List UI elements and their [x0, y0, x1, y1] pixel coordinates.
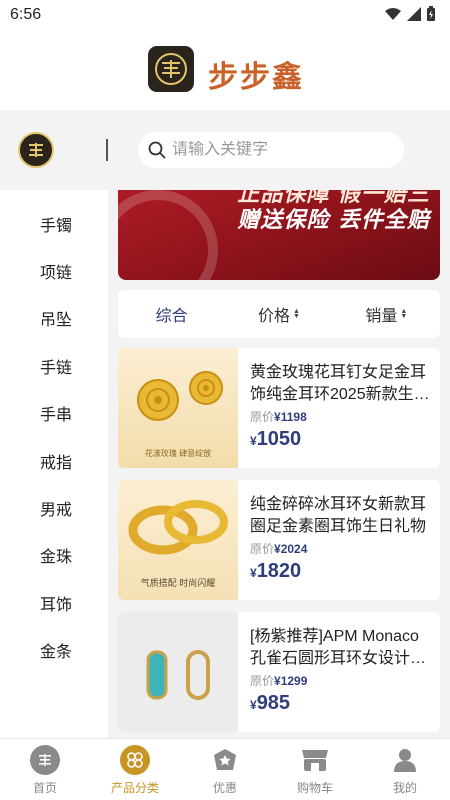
sidebar-item-bead-string[interactable]: 手串 [0, 390, 108, 437]
sidebar-item-bracelet[interactable]: 手镯 [0, 200, 108, 247]
search-input[interactable] [172, 141, 392, 159]
bottom-tab-bar: 首页 产品分类 优惠 购物车 我的 [0, 738, 450, 800]
tab-label: 优惠 [212, 781, 237, 795]
original-price: 原价¥1198 [250, 408, 307, 425]
home-icon [30, 745, 60, 775]
original-price-value: 2024 [280, 542, 308, 556]
sidebar-item-mens-ring[interactable]: 男戒 [0, 484, 108, 531]
tab-profile[interactable]: 我的 [360, 739, 450, 800]
sort-arrows-icon: ▲ ▼ [293, 308, 300, 320]
product-title: 黄金玫瑰花耳钉女足金耳饰纯金耳环2025新款生日礼物 [250, 364, 430, 403]
sidebar-item-label: 吊坠 [40, 312, 73, 330]
search-box[interactable] [138, 132, 404, 168]
sale-price-value: 985 [256, 692, 291, 714]
sidebar-item-ring[interactable]: 戒指 [0, 437, 108, 484]
original-price-label: 原价 [250, 674, 275, 688]
sort-price[interactable]: 价格 ▲ ▼ [225, 302, 332, 326]
tab-discount[interactable]: 优惠 [180, 739, 270, 800]
banner-decoration [118, 190, 218, 280]
wifi-icon [385, 8, 401, 20]
sort-arrows-icon: ▲ ▼ [400, 308, 408, 320]
cart-icon [300, 745, 330, 775]
product-card[interactable]: 气质搭配 时尚闪耀 纯金碎碎冰耳环女新款耳圈足金素圈耳饰生日礼物 原价¥2024… [118, 480, 440, 600]
sidebar-item-chain-bracelet[interactable]: 手链 [0, 342, 108, 389]
sale-price-value: 1050 [256, 428, 302, 450]
store-avatar[interactable] [18, 132, 54, 168]
original-price-label: 原价 [250, 542, 275, 556]
original-price: 原价¥1299 [250, 672, 307, 689]
sidebar-item-label: 金珠 [40, 549, 73, 567]
product-content: 正品保障 假一赔三 赠送保险 丢件全赔 综合 价格 ▲ ▼ 销量 ▲ ▼ 花漾玫瑰 肆意… [108, 190, 450, 738]
sale-price: ¥1050 [250, 428, 301, 451]
battery-icon [427, 6, 435, 21]
tab-label: 产品分类 [110, 781, 159, 795]
banner-line-2: 赠送保险 丢件全赔 [237, 208, 430, 233]
header-divider [106, 139, 108, 161]
product-card[interactable]: 花漾玫瑰 肆意绽放 黄金玫瑰花耳钉女足金耳饰纯金耳环2025新款生日礼物 原价¥… [118, 348, 440, 468]
original-price-value: 1198 [280, 410, 307, 424]
category-icon [120, 745, 150, 775]
product-card[interactable]: [杨紫推荐]APM Monaco孔雀石圆形耳环女设计感耳饰 原价¥1299 ¥9… [118, 612, 440, 732]
status-icons [384, 6, 436, 22]
sidebar-item-label: 手链 [40, 359, 73, 377]
search-row [0, 110, 450, 190]
original-price: 原价¥2024 [250, 540, 307, 557]
product-thumbnail [118, 612, 238, 732]
sidebar-item-label: 戒指 [40, 454, 73, 472]
search-icon [148, 141, 166, 159]
sidebar-item-label: 手镯 [40, 217, 73, 235]
tab-cart[interactable]: 购物车 [270, 739, 360, 800]
sort-sales[interactable]: 销量 ▲ ▼ [333, 302, 440, 326]
product-thumbnail: 气质搭配 时尚闪耀 [118, 480, 238, 600]
sidebar-item-label: 手串 [40, 407, 73, 425]
sidebar-item-necklace[interactable]: 项链 [0, 247, 108, 294]
currency-symbol: ¥ [274, 410, 281, 424]
promo-banner[interactable]: 正品保障 假一赔三 赠送保险 丢件全赔 [118, 190, 440, 280]
brand-logo-icon [148, 46, 194, 92]
product-thumbnail: 花漾玫瑰 肆意绽放 [118, 348, 238, 468]
product-title: [杨紫推荐]APM Monaco孔雀石圆形耳环女设计感耳饰 [250, 628, 427, 667]
profile-icon [390, 745, 420, 775]
original-price-label: 原价 [250, 410, 275, 424]
tab-label: 我的 [392, 781, 417, 795]
sort-label: 综合 [155, 308, 188, 325]
sidebar-item-gold-bead[interactable]: 金珠 [0, 532, 108, 579]
sort-label: 销量 [365, 308, 398, 325]
sort-bar: 综合 价格 ▲ ▼ 销量 ▲ ▼ [118, 290, 440, 338]
currency-symbol: ¥ [274, 542, 281, 556]
sort-label: 价格 [258, 308, 291, 325]
sort-overall[interactable]: 综合 [118, 302, 225, 326]
sale-price: ¥1820 [250, 560, 301, 583]
brand-name: 步步鑫 [208, 60, 304, 95]
tab-category[interactable]: 产品分类 [90, 739, 180, 800]
sidebar-item-label: 耳饰 [40, 596, 73, 614]
sidebar-item-label: 项链 [40, 265, 73, 283]
status-time: 6:56 [10, 6, 42, 23]
tab-home[interactable]: 首页 [0, 739, 90, 800]
tab-label: 首页 [32, 781, 57, 795]
thumbnail-caption: 花漾玫瑰 肆意绽放 [144, 449, 212, 458]
currency-symbol: ¥ [250, 434, 257, 448]
category-sidebar: 手镯 项链 吊坠 手链 手串 戒指 男戒 金珠 耳饰 金条 [0, 190, 108, 738]
currency-symbol: ¥ [274, 674, 281, 688]
tab-label: 购物车 [296, 781, 333, 795]
original-price-value: 1299 [280, 674, 308, 688]
sidebar-item-label: 金条 [40, 644, 73, 662]
currency-symbol: ¥ [250, 698, 257, 712]
sale-price-value: 1820 [256, 560, 302, 582]
sidebar-item-pendant[interactable]: 吊坠 [0, 295, 108, 342]
thumbnail-caption: 气质搭配 时尚闪耀 [140, 578, 216, 588]
sale-price: ¥985 [250, 692, 290, 715]
sidebar-item-gold-bar[interactable]: 金条 [0, 627, 108, 674]
sidebar-item-earring[interactable]: 耳饰 [0, 579, 108, 626]
status-bar: 6:56 [0, 0, 450, 30]
discount-icon [210, 745, 240, 775]
sidebar-item-label: 男戒 [40, 502, 73, 520]
brand-header: 步步鑫 [0, 30, 450, 110]
signal-icon [407, 7, 421, 21]
product-title: 纯金碎碎冰耳环女新款耳圈足金素圈耳饰生日礼物 [250, 496, 427, 535]
currency-symbol: ¥ [250, 566, 257, 580]
